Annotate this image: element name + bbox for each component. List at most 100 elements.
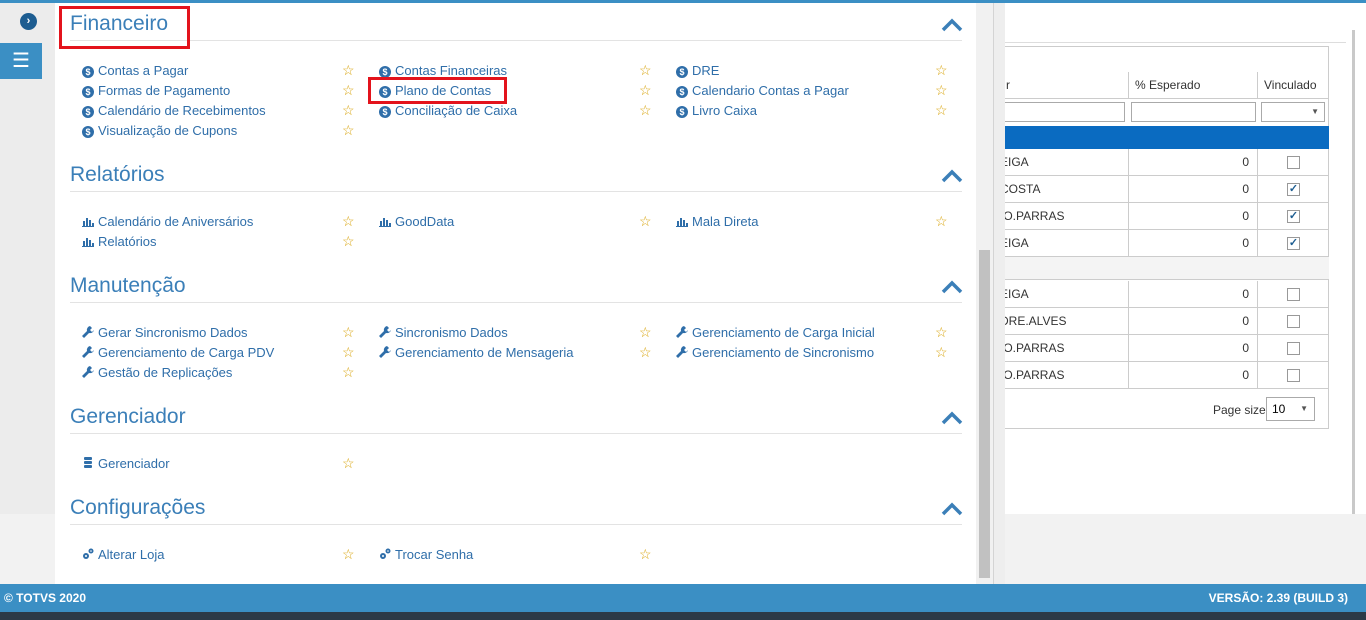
table-group-row[interactable] [1000, 257, 1329, 280]
checkbox[interactable] [1287, 369, 1300, 382]
menu-item-gerenciamento-de-mensageria[interactable]: Gerenciamento de Mensageria [379, 344, 574, 362]
sidebar: › ☰ [0, 3, 55, 514]
checkbox[interactable] [1287, 288, 1300, 301]
menu-item-contas-a-pagar[interactable]: $ Contas a Pagar [82, 62, 188, 80]
favorite-star-icon[interactable]: ☆ [639, 546, 652, 562]
favorite-star-icon[interactable]: ☆ [342, 82, 355, 98]
table-row[interactable]: EIGA 0 ✓ [1000, 230, 1329, 257]
favorite-star-icon[interactable]: ☆ [639, 102, 652, 118]
checkbox-checked[interactable]: ✓ [1287, 237, 1300, 250]
favorite-star-icon[interactable]: ☆ [342, 213, 355, 229]
favorite-star-icon[interactable]: ☆ [935, 82, 948, 98]
menu-item-gerenciamento-de-carga-inicial[interactable]: Gerenciamento de Carga Inicial [676, 324, 875, 342]
dollar-circle-icon: $ [676, 66, 688, 78]
favorite-star-icon[interactable]: ☆ [342, 233, 355, 249]
menu-item-sincronismo-dados[interactable]: Sincronismo Dados [379, 324, 508, 342]
section-title-gerenciador: Gerenciador [70, 405, 186, 428]
wrench-icon [379, 326, 391, 338]
table-row[interactable]: IO.PARRAS 0 [1000, 335, 1329, 362]
menu-item-gerar-sincronismo-dados[interactable]: Gerar Sincronismo Dados [82, 324, 248, 342]
dollar-circle-icon: $ [82, 106, 94, 118]
table-row[interactable]: IO.PARRAS 0 [1000, 362, 1329, 389]
menu-item-calendario-contas-a-pagar[interactable]: $ Calendario Contas a Pagar [676, 82, 849, 100]
favorite-star-icon[interactable]: ☆ [639, 62, 652, 78]
table-row[interactable]: EIGA 0 [1000, 281, 1329, 308]
table-row[interactable]: EIGA 0 [1000, 149, 1329, 176]
column-header-vinculado[interactable]: Vinculado [1258, 72, 1329, 99]
favorite-star-icon[interactable]: ☆ [935, 102, 948, 118]
expand-arrow-icon[interactable]: › [20, 13, 37, 30]
cell-value: 0 [1129, 281, 1258, 308]
favorite-star-icon[interactable]: ☆ [639, 344, 652, 360]
table-group-row-selected[interactable] [1000, 126, 1329, 149]
checkbox-checked[interactable]: ✓ [1287, 183, 1300, 196]
menu-item-relatorios[interactable]: Relatórios [82, 233, 157, 251]
checkbox[interactable] [1287, 342, 1300, 355]
table-row[interactable]: DRE.ALVES 0 [1000, 308, 1329, 335]
background-scrollbar[interactable] [1352, 30, 1355, 514]
hamburger-menu-icon[interactable]: ☰ [0, 43, 42, 79]
favorite-star-icon[interactable]: ☆ [342, 62, 355, 78]
collapse-chevron-up-icon[interactable] [941, 410, 963, 426]
table-row[interactable]: COSTA 0 ✓ [1000, 176, 1329, 203]
dollar-circle-icon: $ [676, 86, 688, 98]
menu-item-gestao-de-replicacoes[interactable]: Gestão de Replicações [82, 364, 232, 382]
favorite-star-icon[interactable]: ☆ [935, 324, 948, 340]
menu-item-label: Conciliação de Caixa [395, 103, 518, 118]
checkbox[interactable] [1287, 156, 1300, 169]
favorite-star-icon[interactable]: ☆ [342, 102, 355, 118]
cell-value: 0 [1129, 335, 1258, 362]
collapse-chevron-up-icon[interactable] [941, 168, 963, 184]
menu-item-calendario-de-recebimentos[interactable]: $ Calendário de Recebimentos [82, 102, 266, 120]
favorite-star-icon[interactable]: ☆ [342, 122, 355, 138]
filter-select-vinculado[interactable]: ▼ [1261, 102, 1325, 122]
menu-scrollbar-thumb[interactable] [979, 250, 990, 578]
menu-item-gerenciador[interactable]: Gerenciador [82, 455, 170, 473]
favorite-star-icon[interactable]: ☆ [342, 324, 355, 340]
menu-item-label: Calendário de Recebimentos [98, 103, 266, 118]
filter-input-esperado[interactable] [1131, 102, 1256, 122]
menu-item-label: Formas de Pagamento [98, 83, 231, 98]
cell-value: 0 [1129, 176, 1258, 203]
menu-item-conciliacao-de-caixa[interactable]: $ Conciliação de Caixa [379, 102, 517, 120]
menu-item-gooddata[interactable]: GoodData [379, 213, 454, 231]
favorite-star-icon[interactable]: ☆ [935, 213, 948, 229]
favorite-star-icon[interactable]: ☆ [639, 324, 652, 340]
favorite-star-icon[interactable]: ☆ [639, 82, 652, 98]
wrench-icon [676, 326, 688, 338]
checkbox[interactable] [1287, 315, 1300, 328]
menu-item-livro-caixa[interactable]: $ Livro Caixa [676, 102, 757, 120]
favorite-star-icon[interactable]: ☆ [342, 344, 355, 360]
favorite-star-icon[interactable]: ☆ [342, 455, 355, 471]
favorite-star-icon[interactable]: ☆ [935, 62, 948, 78]
filter-input[interactable] [1000, 102, 1125, 122]
table-row[interactable]: IO.PARRAS 0 ✓ [1000, 203, 1329, 230]
page-size-select[interactable]: 10 ▼ [1266, 397, 1315, 421]
cell-name: IO.PARRAS [1000, 203, 1129, 230]
panel-divider [993, 3, 1005, 584]
favorite-star-icon[interactable]: ☆ [639, 213, 652, 229]
collapse-chevron-up-icon[interactable] [941, 279, 963, 295]
favorite-star-icon[interactable]: ☆ [342, 364, 355, 380]
column-header-esperado[interactable]: % Esperado [1129, 72, 1258, 99]
menu-item-visualizacao-de-cupons[interactable]: $ Visualização de Cupons [82, 122, 237, 140]
menu-item-formas-de-pagamento[interactable]: $ Formas de Pagamento [82, 82, 230, 100]
database-icon [84, 457, 92, 468]
menu-item-calendario-de-aniversarios[interactable]: Calendário de Aniversários [82, 213, 253, 231]
page-size-value: 10 [1272, 402, 1286, 416]
cell-value: 0 [1129, 362, 1258, 389]
collapse-chevron-up-icon[interactable] [941, 17, 963, 33]
favorite-star-icon[interactable]: ☆ [935, 344, 948, 360]
checkbox-checked[interactable]: ✓ [1287, 210, 1300, 223]
menu-item-gerenciamento-de-carga-pdv[interactable]: Gerenciamento de Carga PDV [82, 344, 274, 362]
column-header[interactable]: r [1000, 72, 1129, 99]
menu-item-trocar-senha[interactable]: Trocar Senha [379, 546, 473, 564]
menu-item-dre[interactable]: $ DRE [676, 62, 719, 80]
menu-item-gerenciamento-de-sincronismo[interactable]: Gerenciamento de Sincronismo [676, 344, 874, 362]
collapse-chevron-up-icon[interactable] [941, 501, 963, 517]
menu-item-mala-direta[interactable]: Mala Direta [676, 213, 758, 231]
gears-icon [83, 548, 94, 559]
wrench-icon [82, 326, 94, 338]
menu-item-alterar-loja[interactable]: Alterar Loja [82, 546, 164, 564]
favorite-star-icon[interactable]: ☆ [342, 546, 355, 562]
